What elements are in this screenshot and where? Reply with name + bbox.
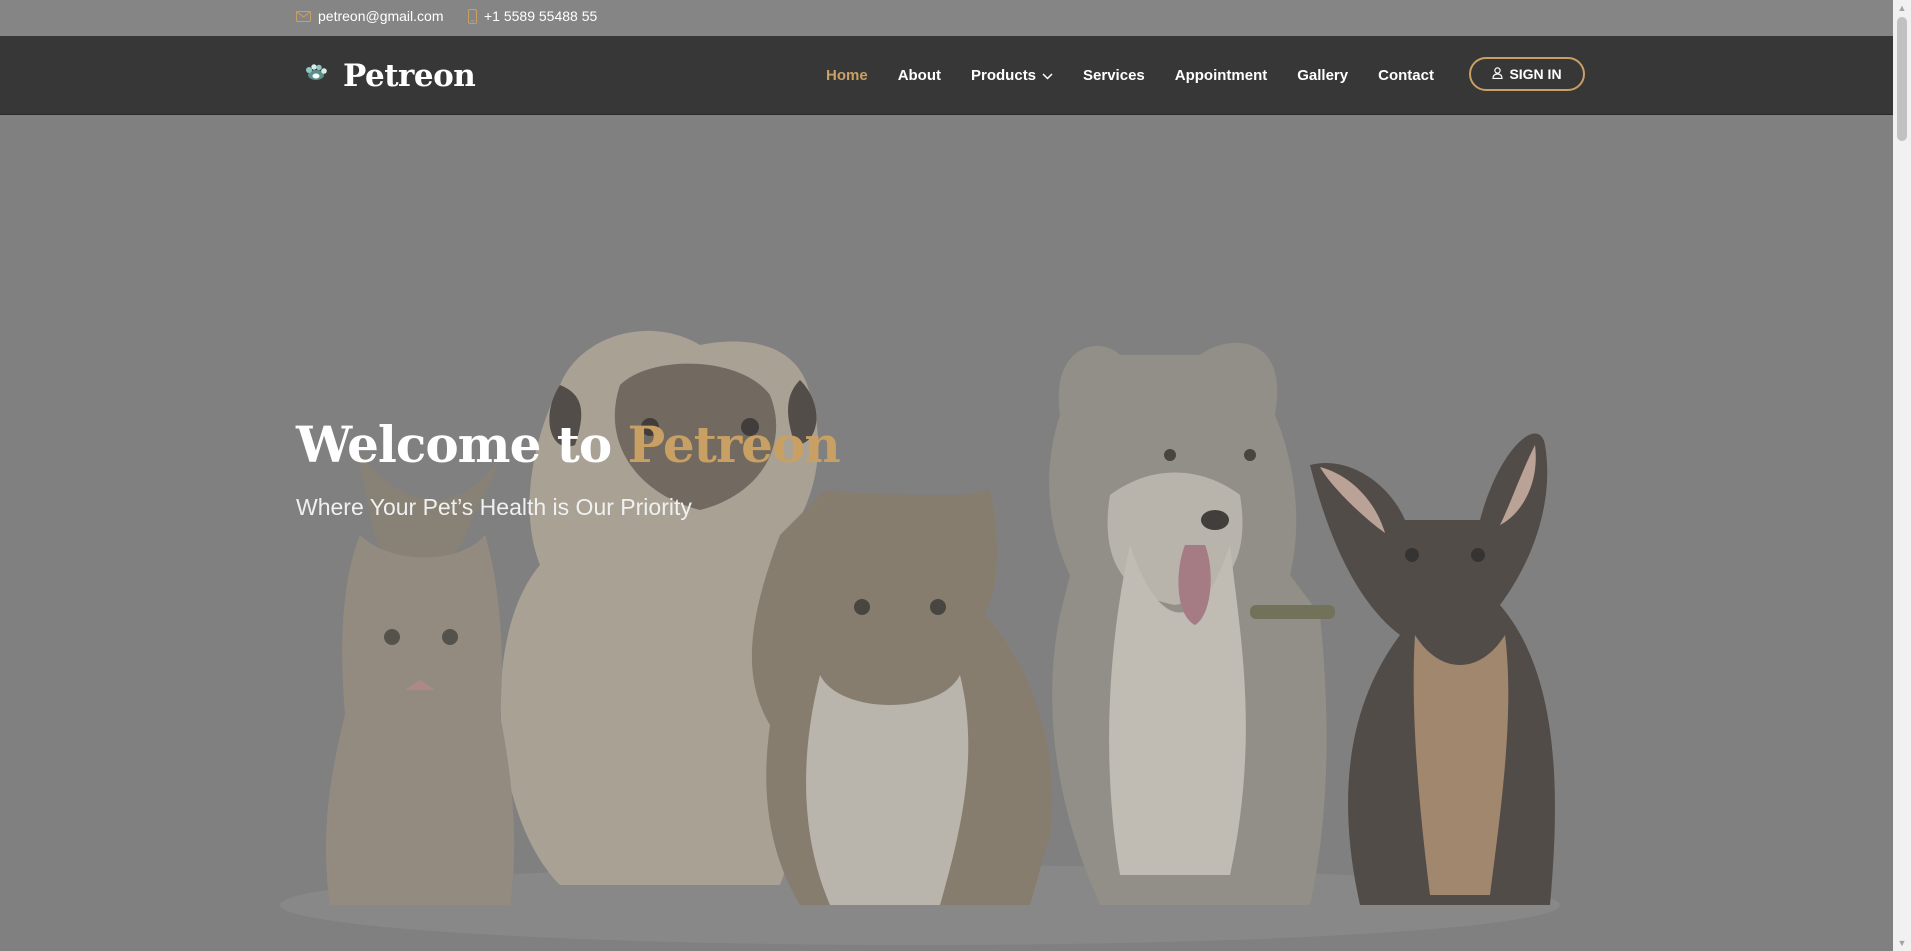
main-nav: Home About Products Services Appointment…: [826, 36, 1464, 114]
email-contact[interactable]: petreon@gmail.com: [296, 8, 444, 24]
scroll-up-arrow-icon[interactable]: ▲: [1893, 0, 1911, 16]
nav-gallery-label: Gallery: [1297, 66, 1349, 84]
nav-appointment-label: Appointment: [1174, 66, 1268, 84]
hero-section: Welcome to Petreon Where Your Pet’s Heal…: [0, 115, 1893, 951]
brand-logo-link[interactable]: Petreon: [303, 58, 476, 94]
hero-title: Welcome to Petreon: [296, 415, 841, 474]
nav-gallery[interactable]: Gallery: [1297, 67, 1348, 84]
hero-subtitle: Where Your Pet’s Health is Our Priority: [296, 494, 692, 520]
nav-services[interactable]: Services: [1083, 67, 1145, 84]
hero-pets-image: [0, 115, 1893, 951]
nav-appointment[interactable]: Appointment: [1175, 67, 1267, 84]
envelope-icon: [296, 10, 311, 22]
nav-home-label: Home: [826, 66, 868, 84]
site-header: Petreon Home About Products Services App…: [0, 36, 1893, 115]
page-scrollbar[interactable]: ▲ ▼: [1893, 0, 1911, 951]
nav-contact-label: Contact: [1378, 66, 1434, 84]
nav-contact[interactable]: Contact: [1378, 67, 1434, 84]
scrollbar-thumb[interactable]: [1897, 17, 1907, 141]
hero-title-accent: Petreon: [627, 415, 841, 474]
phone-text: +1 5589 55488 55: [484, 8, 598, 24]
nav-home[interactable]: Home: [826, 67, 868, 84]
hero-title-prefix: Welcome to: [296, 415, 628, 474]
sign-in-label: SIGN IN: [1509, 66, 1562, 82]
nav-products[interactable]: Products: [971, 67, 1053, 84]
user-icon: [1492, 66, 1504, 82]
scroll-down-arrow-icon[interactable]: ▼: [1893, 935, 1911, 951]
nav-about[interactable]: About: [898, 67, 941, 84]
brand-name: Petreon: [343, 58, 476, 94]
top-contact-bar: petreon@gmail.com +1 5589 55488 55: [0, 0, 1893, 36]
sign-in-button[interactable]: SIGN IN: [1469, 57, 1585, 91]
chevron-down-icon: [1042, 67, 1053, 84]
nav-products-label: Products: [971, 66, 1037, 84]
paw-logo-icon: [303, 63, 329, 90]
nav-services-label: Services: [1083, 66, 1145, 84]
email-text: petreon@gmail.com: [318, 8, 444, 24]
phone-icon: [468, 8, 477, 24]
nav-about-label: About: [897, 66, 942, 84]
phone-contact[interactable]: +1 5589 55488 55: [468, 8, 597, 24]
